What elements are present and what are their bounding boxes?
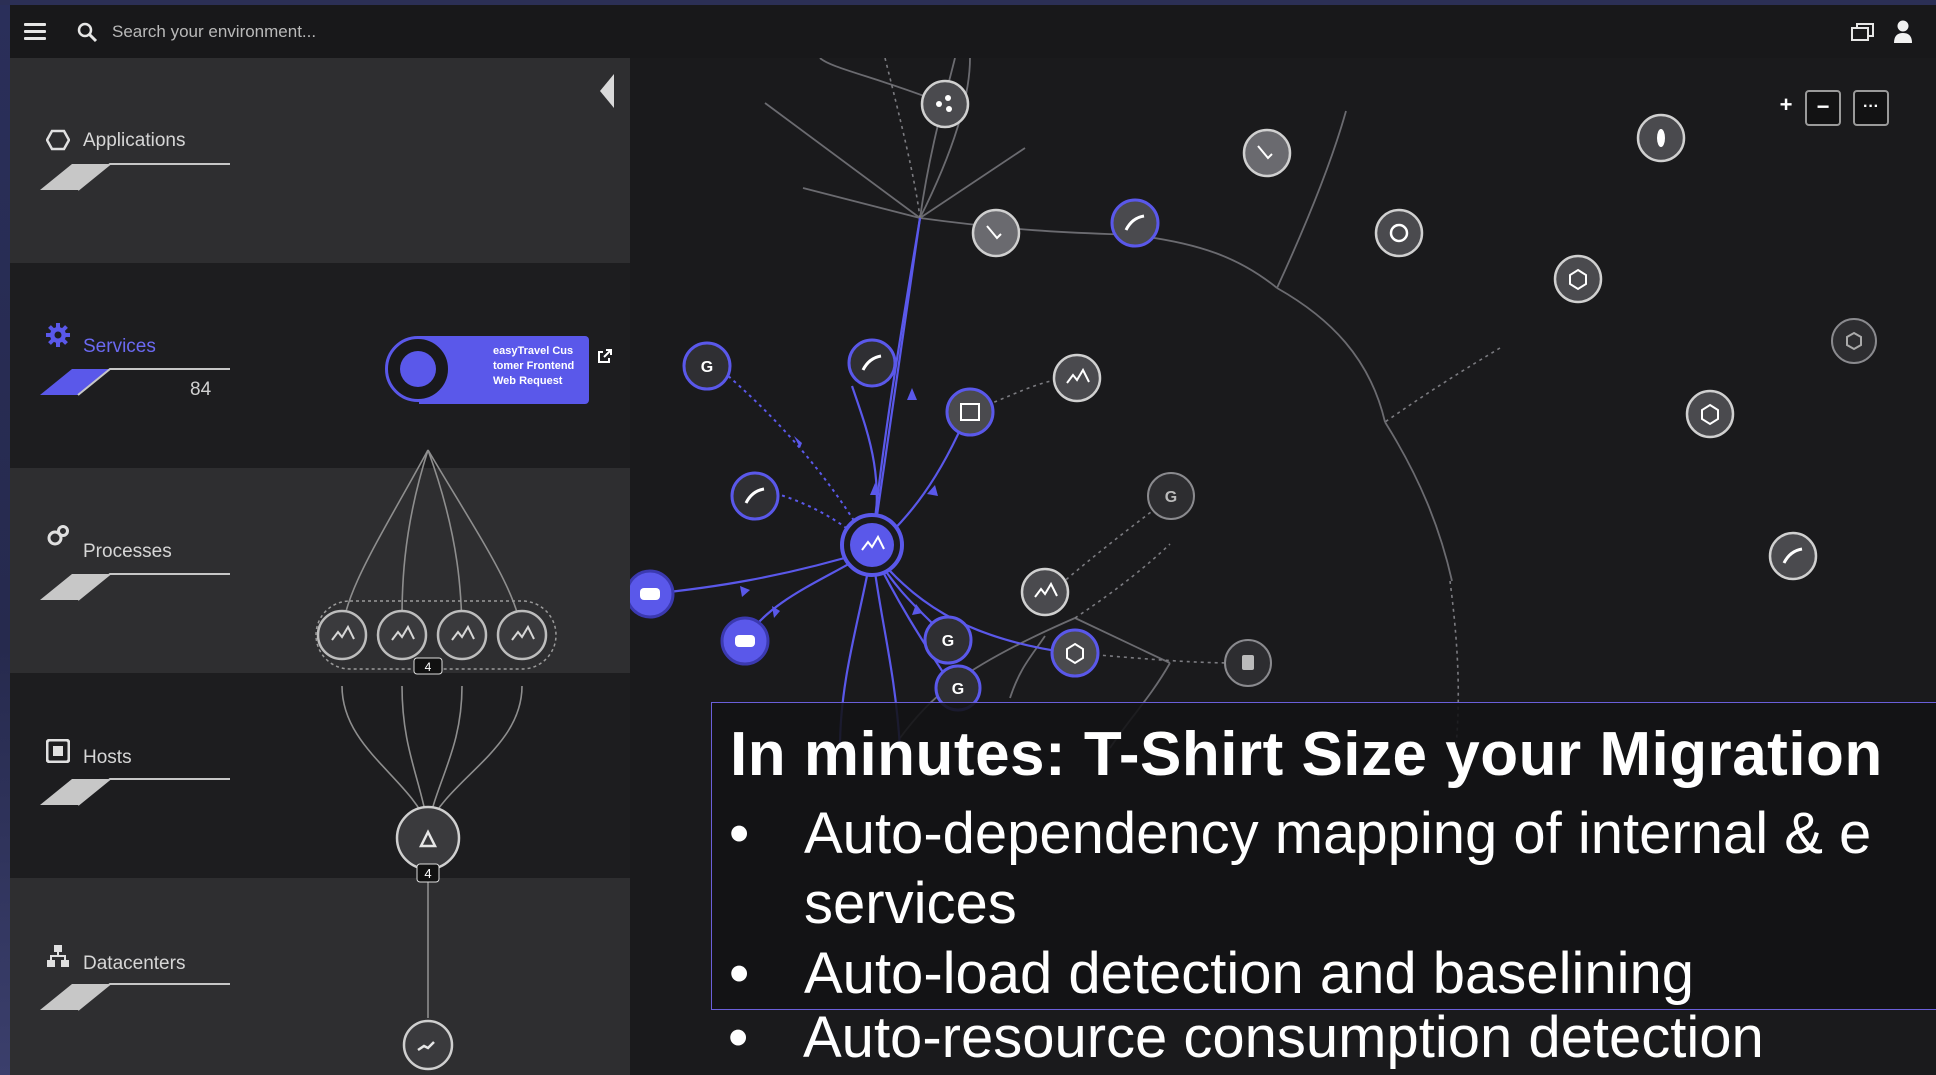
bullet-item: Auto-resource consumption detection [711,1003,1936,1073]
desktop-edge [0,0,10,1075]
service-node [385,336,451,402]
layer-bar [40,163,230,191]
graph-node[interactable] [1374,208,1424,258]
layer-label: Processes [83,541,172,562]
svg-text:G: G [952,681,964,698]
graph-node[interactable] [920,79,970,129]
graph-node[interactable]: G [923,615,973,665]
zoom-in-button[interactable]: + [1768,90,1804,126]
slide-text-box: In minutes: T-Shirt Size your Migration … [711,702,1936,1010]
user-icon[interactable] [1892,19,1914,45]
svg-text:G: G [942,633,954,650]
bullet-item: Auto-load detection and baselining [712,939,1936,1009]
external-link-icon[interactable] [597,348,613,364]
layer-count: 84 [190,379,212,400]
slide-bullets-overflow: Auto-resource consumption detection [711,1003,1936,1073]
services-gear-icon [46,323,70,347]
layer-label: Services [83,336,156,357]
graph-node[interactable] [1831,318,1877,364]
graph-node[interactable] [945,387,995,437]
layer-label: Hosts [83,747,132,768]
layer-sidebar: Applications Services 84 Processes Hosts… [10,58,630,1075]
graph-node[interactable] [1553,254,1603,304]
graph-node[interactable] [1050,628,1100,678]
graph-node[interactable] [1685,389,1735,439]
graph-node[interactable] [971,208,1021,258]
graph-node[interactable] [847,338,897,388]
graph-node[interactable] [1242,128,1292,178]
zoom-out-button[interactable]: − [1805,90,1841,126]
more-options-button[interactable]: ··· [1853,90,1889,126]
svg-text:G: G [701,359,713,376]
processes-icon [47,525,69,546]
search-input[interactable] [110,17,614,47]
svg-text:G: G [1165,489,1177,506]
process-node[interactable] [436,609,488,661]
graph-node[interactable] [1110,198,1160,248]
vertical-stack-diagram: 4 4 [315,449,557,1071]
layer-bar [40,778,230,806]
graph-node[interactable] [730,471,780,521]
process-node[interactable] [316,609,368,661]
layer-label: Applications [83,130,186,151]
hamburger-menu-icon[interactable] [24,23,46,41]
graph-node[interactable] [1636,113,1686,163]
graph-node[interactable]: G [1147,472,1195,520]
host-count-badge: 4 [424,866,431,881]
service-card[interactable]: easyTravel Cus tomer Frontend Web Reques… [385,336,612,404]
bullet-item: Auto-dependency mapping of internal & e [712,799,1936,869]
slide-title: In minutes: T-Shirt Size your Migration [730,720,1883,789]
graph-node[interactable] [630,569,675,619]
graph-node[interactable]: G [682,341,732,391]
slide-bullets: Auto-dependency mapping of internal & e … [712,799,1936,1009]
smartscape-screen: Applications Services [0,0,1936,1075]
collapse-sidebar-icon[interactable] [597,72,617,110]
service-card-label: easyTravel Cus tomer Frontend Web Reques… [493,345,575,387]
datacenter-node[interactable] [402,1019,454,1071]
layer-bar [40,573,230,601]
graph-node[interactable] [1020,567,1070,617]
graph-node[interactable] [1052,353,1102,403]
graph-node[interactable] [1768,531,1818,581]
top-bar [10,5,1936,60]
graph-node[interactable] [720,616,770,666]
central-service-node[interactable] [840,513,904,577]
process-node[interactable] [496,609,548,661]
service-icon [400,351,436,387]
process-node[interactable] [376,609,428,661]
process-group-badge: 4 [425,660,432,674]
window-switch-icon[interactable] [1850,21,1876,43]
datacenters-icon [47,945,69,967]
layer-bar [40,983,230,1011]
bullet-continuation: services [804,871,1017,936]
layer-applications[interactable]: Applications [10,58,630,263]
hosts-icon [46,739,70,763]
host-node[interactable] [395,805,461,871]
applications-icon [46,129,70,151]
graph-node[interactable] [1224,639,1272,687]
search-icon [77,22,98,43]
layer-label: Datacenters [83,953,186,974]
